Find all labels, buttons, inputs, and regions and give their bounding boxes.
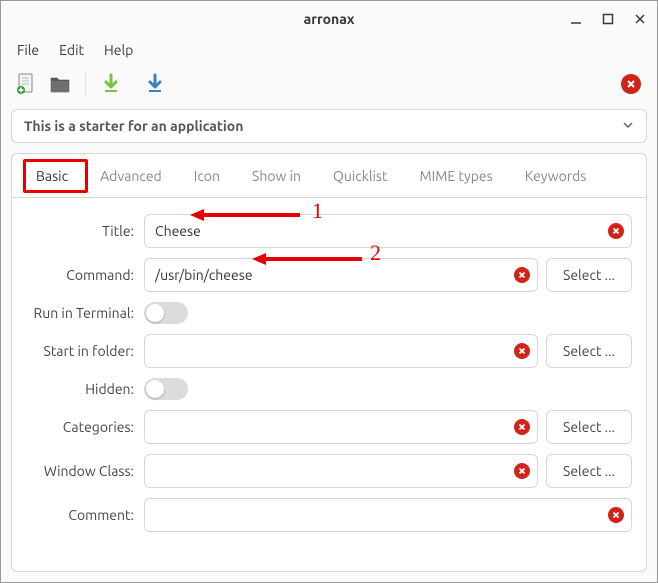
tab-keywords[interactable]: Keywords <box>509 158 603 194</box>
menu-bar: File Edit Help <box>1 37 657 63</box>
row-start-in-folder: Start in folder: Select ... <box>26 334 632 368</box>
tab-container: Basic Advanced Icon Show in Quicklist MI… <box>11 153 647 572</box>
app-window: arronax File Edit Help <box>0 0 658 583</box>
row-title: Title: <box>26 214 632 248</box>
title-input[interactable] <box>144 214 632 248</box>
tab-quicklist[interactable]: Quicklist <box>317 158 404 194</box>
close-icon <box>608 223 624 239</box>
clear-title-button[interactable] <box>608 223 624 239</box>
tab-advanced[interactable]: Advanced <box>84 158 178 194</box>
download-blue-icon[interactable] <box>142 71 168 97</box>
hidden-toggle[interactable] <box>144 378 188 400</box>
close-icon <box>514 267 530 283</box>
starter-type-select[interactable]: This is a starter for an application <box>11 109 647 143</box>
clear-command-button[interactable] <box>514 267 530 283</box>
tab-bar: Basic Advanced Icon Show in Quicklist MI… <box>12 154 646 198</box>
row-hidden: Hidden: <box>26 378 632 400</box>
close-icon <box>514 463 530 479</box>
close-window-button[interactable] <box>633 12 647 26</box>
label-run-in-terminal: Run in Terminal: <box>26 305 136 321</box>
clear-categories-button[interactable] <box>514 419 530 435</box>
basic-form: Title: Command: <box>12 198 646 548</box>
categories-input[interactable] <box>144 410 538 444</box>
close-icon <box>514 343 530 359</box>
open-folder-icon[interactable] <box>47 71 73 97</box>
maximize-button[interactable] <box>601 12 615 26</box>
tab-basic[interactable]: Basic <box>20 158 84 194</box>
new-file-icon[interactable] <box>13 71 39 97</box>
label-window-class: Window Class: <box>26 463 136 479</box>
starter-type-label: This is a starter for an application <box>24 118 243 134</box>
window-controls <box>569 1 647 36</box>
menu-help[interactable]: Help <box>96 40 141 60</box>
tab-icon[interactable]: Icon <box>178 158 236 194</box>
comment-input[interactable] <box>144 498 632 532</box>
window-class-input[interactable] <box>144 454 538 488</box>
starter-row: This is a starter for an application <box>1 105 657 153</box>
chevron-down-icon <box>622 118 634 134</box>
close-icon <box>514 419 530 435</box>
select-start-folder-button[interactable]: Select ... <box>546 334 632 368</box>
row-command: Command: Select ... <box>26 258 632 292</box>
close-icon <box>608 507 624 523</box>
window-title: arronax <box>304 11 355 27</box>
clear-window-class-button[interactable] <box>514 463 530 479</box>
menu-file[interactable]: File <box>9 40 47 60</box>
label-hidden: Hidden: <box>26 381 136 397</box>
start-in-folder-input[interactable] <box>144 334 538 368</box>
clear-start-in-folder-button[interactable] <box>514 343 530 359</box>
label-categories: Categories: <box>26 419 136 435</box>
minimize-button[interactable] <box>569 12 583 26</box>
tab-mime-types[interactable]: MIME types <box>403 158 508 194</box>
tool-bar <box>1 63 657 105</box>
row-window-class: Window Class: Select ... <box>26 454 632 488</box>
command-input[interactable] <box>144 258 538 292</box>
label-title: Title: <box>26 223 136 239</box>
download-green-icon[interactable] <box>98 71 124 97</box>
label-command: Command: <box>26 267 136 283</box>
close-icon <box>621 74 641 94</box>
toolbar-separator <box>85 71 86 97</box>
row-comment: Comment: <box>26 498 632 532</box>
toolbar-close-button[interactable] <box>621 74 641 94</box>
tab-show-in[interactable]: Show in <box>236 158 317 194</box>
label-comment: Comment: <box>26 507 136 523</box>
select-command-button[interactable]: Select ... <box>546 258 632 292</box>
select-window-class-button[interactable]: Select ... <box>546 454 632 488</box>
clear-comment-button[interactable] <box>608 507 624 523</box>
select-categories-button[interactable]: Select ... <box>546 410 632 444</box>
label-start-in-folder: Start in folder: <box>26 343 136 359</box>
title-bar: arronax <box>1 1 657 37</box>
row-categories: Categories: Select ... <box>26 410 632 444</box>
menu-edit[interactable]: Edit <box>51 40 92 60</box>
row-run-in-terminal: Run in Terminal: <box>26 302 632 324</box>
run-in-terminal-toggle[interactable] <box>144 302 188 324</box>
